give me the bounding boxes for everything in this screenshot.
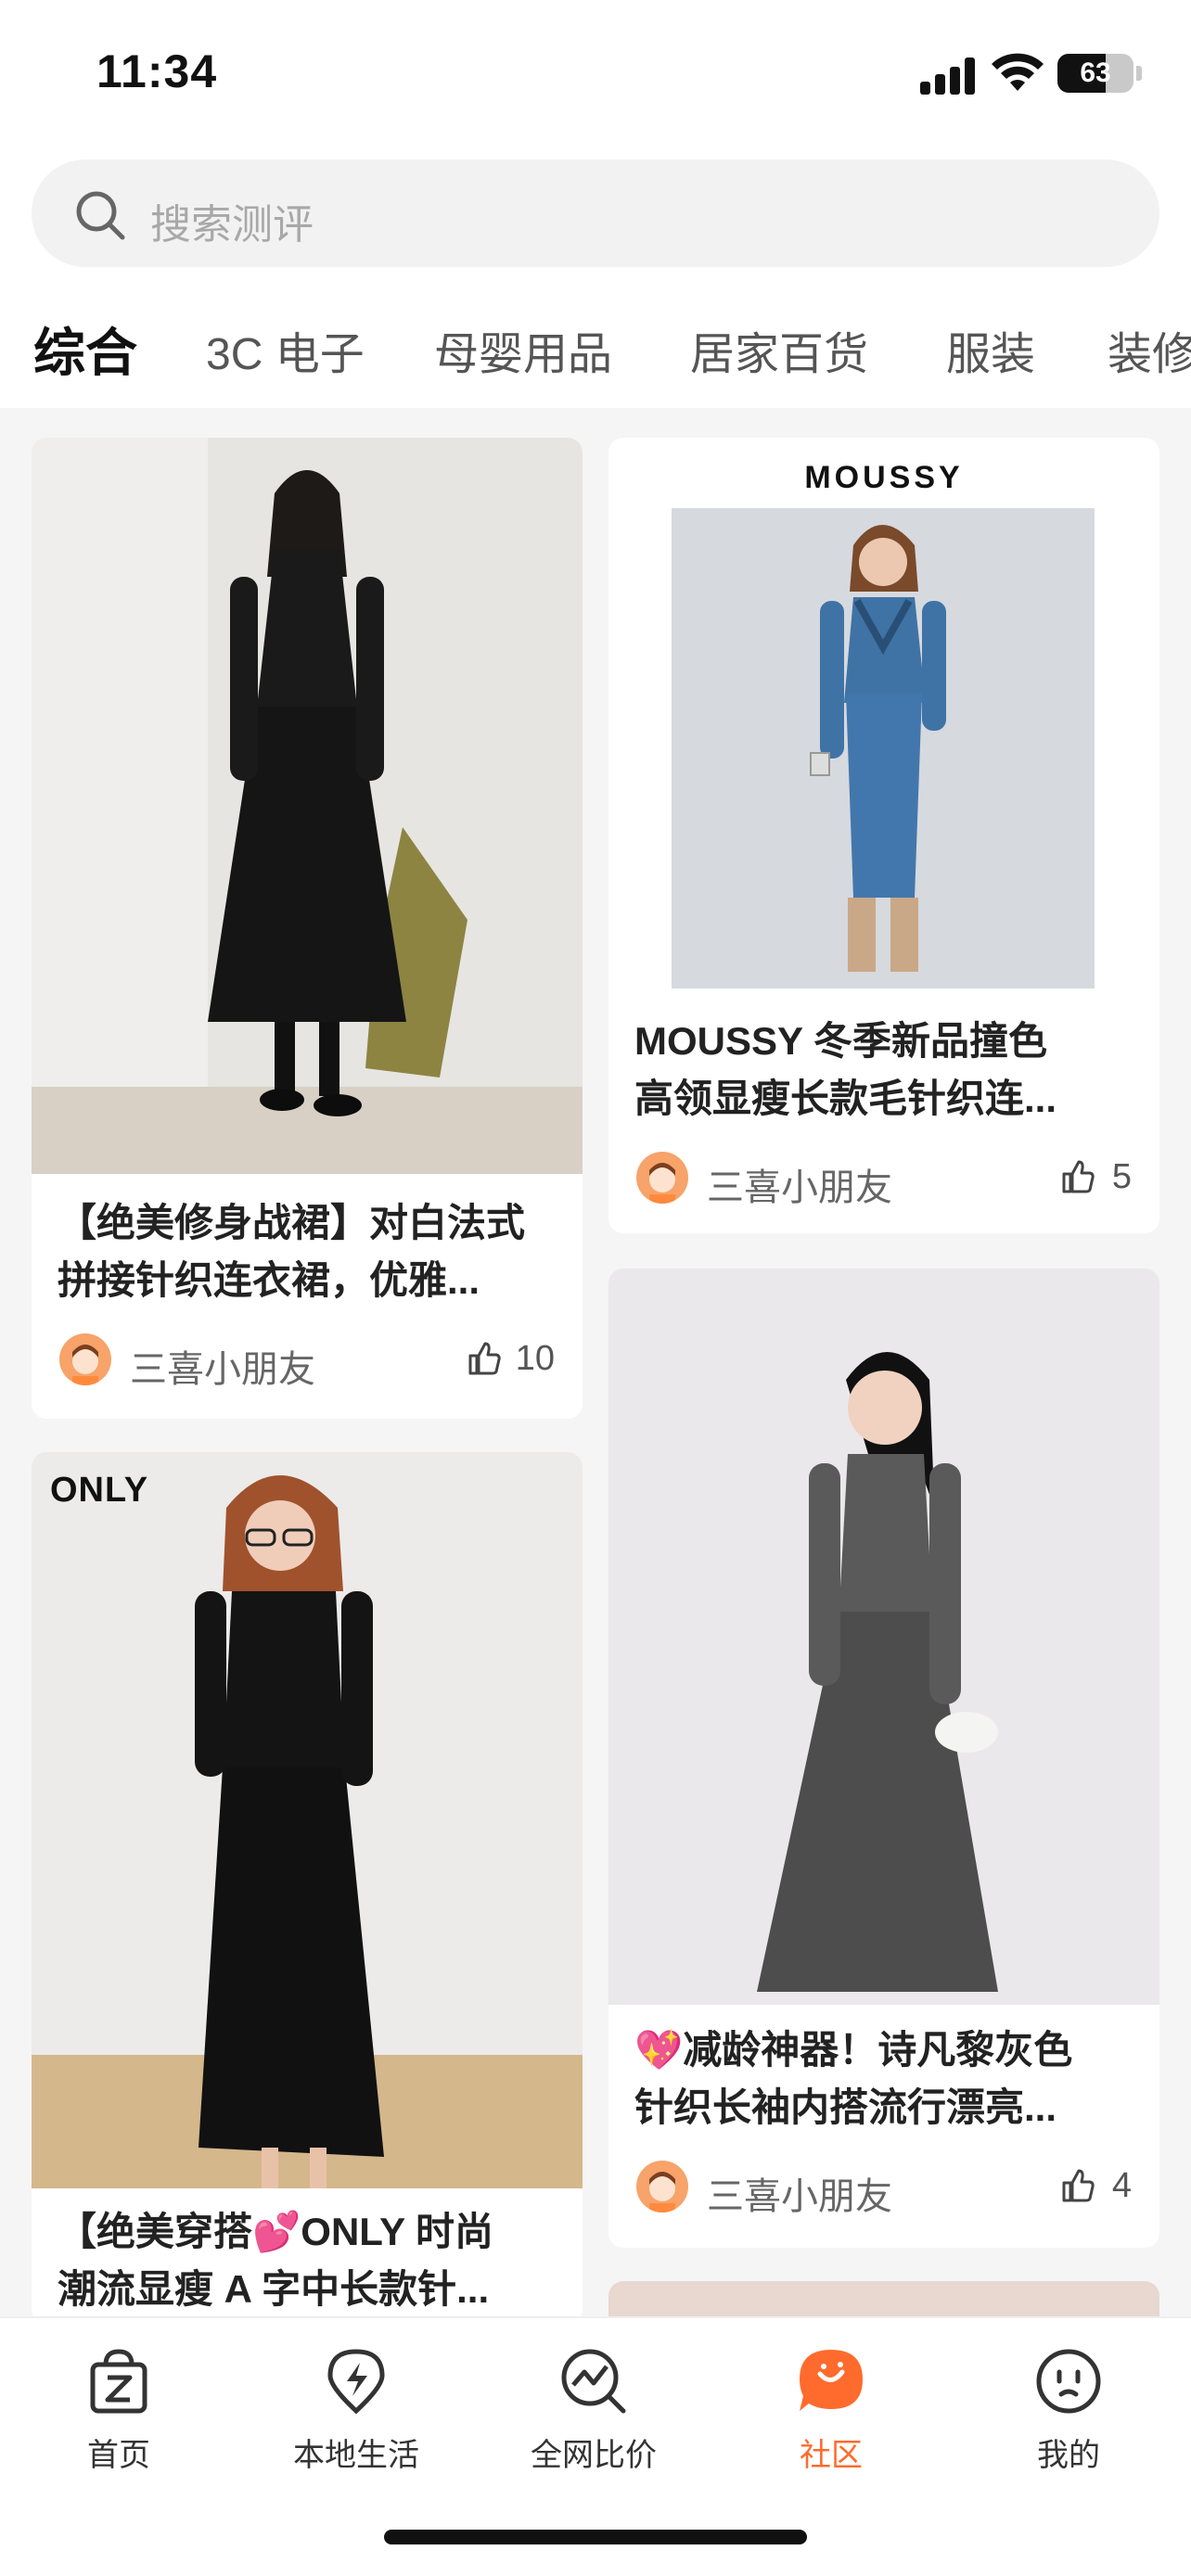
brand-logo: ONLY (50, 1471, 149, 1510)
chat-bubble-icon (800, 2350, 863, 2411)
cellular-signal-icon (920, 57, 978, 95)
battery-percent: 63 (1080, 57, 1111, 88)
tab-general[interactable]: 综合 (33, 312, 176, 392)
card-title: 💖减龄神器！诗凡黎灰色 针织长袖内搭流行漂亮... (634, 2028, 1073, 2129)
feed-card[interactable]: MOUSSY MOUSSY 冬季新品撞色 高领显瘦长款毛针织连... 三喜小朋友… (608, 438, 1159, 1233)
status-bar: 11:34 63 (0, 0, 1191, 148)
product-image (32, 438, 583, 1174)
author-name[interactable]: 三喜小朋友 (707, 2166, 892, 2220)
feed-card[interactable]: 💖减龄神器！诗凡黎灰色 针织长袖内搭流行漂亮... 三喜小朋友 4 (608, 1269, 1159, 2248)
card-meta: 三喜小朋友 4 (636, 2159, 1132, 2217)
nav-home[interactable]: 首页 (26, 2346, 211, 2494)
like-count: 4 (1111, 2166, 1132, 2205)
card-title: MOUSSY 冬季新品撞色 高领显瘦长款毛针织连... (634, 1019, 1057, 1120)
avatar[interactable] (636, 2161, 688, 2213)
search-bar[interactable]: 搜索测评 (32, 159, 1159, 267)
lightning-icon (327, 2349, 385, 2415)
status-time: 11:34 (96, 45, 218, 97)
category-tabs: 综合 3C 电子 母婴用品 居家百货 服装 装修 (0, 297, 1191, 408)
feed-card[interactable]: ONLY 【绝美穿搭💕ONLY 时尚 潮流显瘦 A 字中长款针... (32, 1452, 583, 2324)
tab-3c-electronics[interactable]: 3C 电子 (206, 317, 365, 382)
nav-community[interactable]: 社区 (738, 2346, 924, 2494)
author-name[interactable]: 三喜小朋友 (130, 1339, 315, 1393)
tab-clothing[interactable]: 服装 (946, 317, 1035, 382)
tab-household[interactable]: 居家百货 (690, 317, 868, 382)
card-title: 【绝美穿搭💕ONLY 时尚 潮流显瘦 A 字中长款针... (58, 2210, 494, 2311)
nav-local-life[interactable]: 本地生活 (263, 2346, 449, 2494)
card-meta: 三喜小朋友 5 (636, 1150, 1132, 1208)
nav-profile[interactable]: 我的 (976, 2346, 1161, 2494)
like-count: 10 (515, 1339, 555, 1378)
search-placeholder: 搜索测评 (150, 202, 314, 248)
product-image (608, 1269, 1159, 2005)
feed-card[interactable]: 【绝美修身战裙】对白法式 拼接针织连衣裙，优雅... 三喜小朋友 10 (32, 438, 583, 1419)
battery-tip (1136, 66, 1142, 81)
product-image (672, 508, 1095, 988)
thumbs-up-icon[interactable] (1061, 2168, 1095, 2203)
search-icon (76, 191, 125, 240)
card-title: 【绝美修身战裙】对白法式 拼接针织连衣裙，优雅... (58, 1201, 526, 1302)
header: 搜索测评 综合 3C 电子 母婴用品 居家百货 服装 装修 (0, 148, 1191, 408)
avatar[interactable] (59, 1333, 111, 1385)
bag-icon (90, 2349, 147, 2414)
card-meta: 三喜小朋友 10 (59, 1332, 555, 1390)
author-name[interactable]: 三喜小朋友 (707, 1157, 892, 1211)
like-count: 5 (1111, 1157, 1132, 1196)
brand-logo: MOUSSY (804, 460, 964, 495)
tab-baby-products[interactable]: 母婴用品 (434, 317, 612, 382)
wifi-icon (992, 53, 1044, 91)
smiley-face-icon (1036, 2349, 1101, 2414)
battery-icon: 63 (1057, 54, 1133, 93)
avatar[interactable] (636, 1152, 688, 1204)
thumbs-up-icon[interactable] (1061, 1159, 1095, 1194)
tab-decoration[interactable]: 装修 (1108, 317, 1191, 382)
thumbs-up-icon[interactable] (467, 1341, 501, 1376)
product-image (32, 1452, 583, 2188)
nav-price-compare[interactable]: 全网比价 (501, 2346, 686, 2494)
home-indicator[interactable] (384, 2530, 807, 2544)
chart-search-icon (561, 2349, 626, 2414)
